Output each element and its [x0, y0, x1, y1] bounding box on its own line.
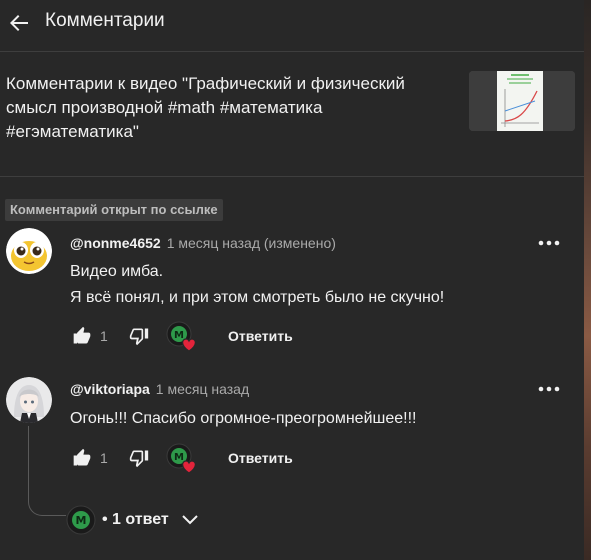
more-vert-icon: [538, 386, 560, 392]
comment-time: 1 месяц назад (изменено): [166, 235, 336, 251]
like-count: 1: [100, 328, 108, 344]
comment-actions: 1 M Ответить: [70, 443, 370, 475]
avatar[interactable]: [6, 228, 52, 274]
show-replies-button[interactable]: M • 1 ответ: [66, 504, 199, 536]
reply-button[interactable]: Ответить: [228, 450, 293, 466]
thumb-up-icon: [73, 448, 91, 466]
comment-menu-button[interactable]: [537, 379, 561, 399]
like-button[interactable]: [70, 321, 94, 351]
replies-count: • 1 ответ: [102, 511, 169, 528]
like-count: 1: [100, 450, 108, 466]
thumb-down-icon: [129, 450, 149, 468]
svg-text:M: M: [174, 452, 184, 463]
comments-panel: Комментарии Комментарии к видео "Графиче…: [0, 0, 584, 560]
comment-text-line: Я всё понял, и при этом смотреть было не…: [70, 289, 445, 306]
video-thumbnail[interactable]: [469, 71, 575, 131]
comment-author[interactable]: @viktoriapa: [70, 381, 150, 397]
svg-text:M: M: [174, 330, 184, 341]
comment-text: Огонь!!! Спасибо огромное-преогромнейшее…: [70, 406, 416, 432]
like-button[interactable]: [70, 443, 94, 473]
comment-text: Видео имба. Я всё понял, и при этом смот…: [70, 259, 444, 311]
thread-connector: [28, 426, 66, 516]
comment-text-line: Видео имба.: [70, 263, 164, 280]
reply-button[interactable]: Ответить: [228, 328, 293, 344]
creator-heart-icon: M: [166, 321, 196, 352]
panel-header: Комментарии: [0, 0, 584, 52]
video-title: Комментарии к видео "Графический и физич…: [6, 74, 405, 141]
svg-text:M: M: [76, 514, 87, 527]
dislike-button[interactable]: [127, 443, 151, 473]
more-vert-icon: [538, 240, 560, 246]
thumb-up-icon: [73, 326, 91, 344]
creator-avatar-icon: M: [66, 505, 96, 535]
comment-actions: 1 M Ответить: [70, 321, 370, 353]
back-button[interactable]: [4, 8, 34, 38]
dislike-button[interactable]: [127, 321, 151, 351]
video-context[interactable]: Комментарии к видео "Графический и физич…: [0, 52, 584, 177]
comment-menu-button[interactable]: [537, 233, 561, 253]
creator-heart-badge[interactable]: M: [166, 443, 198, 475]
linked-comment-badge: Комментарий открыт по ссылке: [5, 199, 223, 221]
comment-author[interactable]: @nonme4652: [70, 235, 161, 251]
creator-heart-icon: M: [166, 443, 196, 474]
anime-avatar-image: [6, 377, 52, 423]
background-video-edge: [584, 0, 591, 560]
chevron-down-icon: [182, 515, 198, 525]
thumb-down-icon: [129, 328, 149, 346]
comment-header: @viktoriapa 1 месяц назад: [70, 381, 249, 397]
comment-header: @nonme4652 1 месяц назад (изменено): [70, 235, 336, 251]
back-arrow-icon: [10, 15, 28, 31]
comment-text-line: Огонь!!! Спасибо огромное-преогромнейшее…: [70, 410, 417, 427]
avatar[interactable]: [6, 377, 52, 423]
comment-time: 1 месяц назад: [155, 381, 250, 397]
emoji-avatar-image: [6, 228, 52, 274]
thumbnail-graph: [501, 74, 539, 127]
creator-heart-badge[interactable]: M: [166, 321, 198, 353]
page-title: Комментарии: [45, 10, 165, 31]
